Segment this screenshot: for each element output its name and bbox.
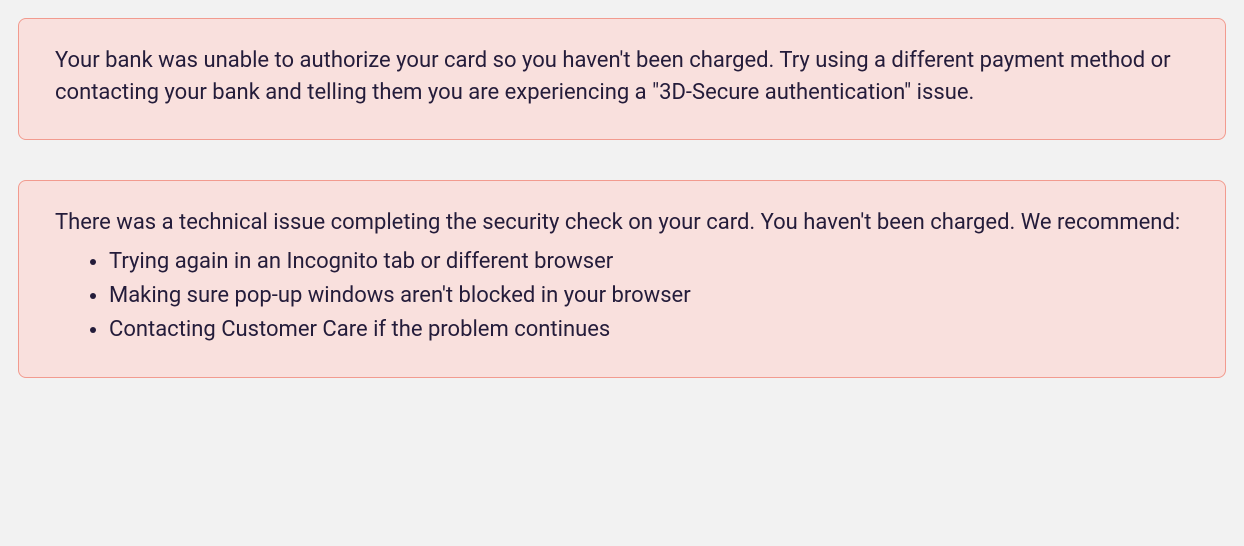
- alert-box-technical-issue: There was a technical issue completing t…: [18, 180, 1226, 378]
- alert-recommendation-list: Trying again in an Incognito tab or diff…: [55, 245, 1189, 347]
- alert-box-bank-auth: Your bank was unable to authorize your c…: [18, 18, 1226, 140]
- alert-message: There was a technical issue completing t…: [55, 207, 1189, 239]
- alert-recommendation-item: Trying again in an Incognito tab or diff…: [109, 245, 1189, 279]
- alert-recommendation-item: Contacting Customer Care if the problem …: [109, 313, 1189, 347]
- alert-recommendation-item: Making sure pop-up windows aren't blocke…: [109, 279, 1189, 313]
- alert-message: Your bank was unable to authorize your c…: [55, 45, 1189, 109]
